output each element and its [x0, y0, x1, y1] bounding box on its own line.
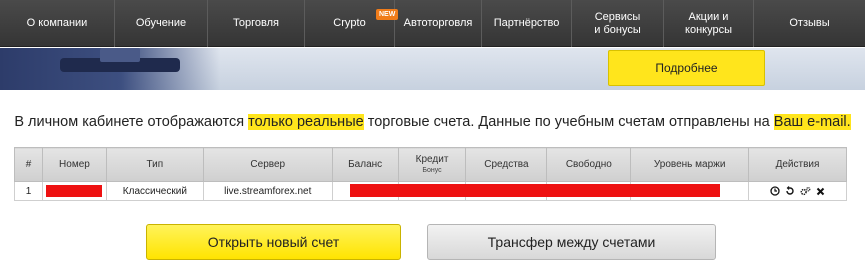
col-header-num: #	[14, 147, 43, 182]
redacted-account-values	[350, 184, 720, 197]
nav-item-partnership[interactable]: Партнёрство	[482, 0, 572, 47]
col-header-number: Номер	[41, 147, 107, 182]
col-header-server: Сервер	[202, 147, 333, 182]
accounts-notice: В личном кабинете отображаются только ре…	[0, 114, 865, 130]
nav-item-label: Crypto	[333, 17, 366, 29]
col-header-credit: Кредит Бонус	[397, 147, 467, 182]
redacted-account-number	[46, 185, 103, 197]
cell-actions	[748, 181, 847, 201]
col-header-funds: Средства	[465, 147, 548, 182]
row-actions	[749, 186, 846, 197]
clock-icon[interactable]	[770, 186, 781, 197]
col-header-balance: Баланс	[331, 147, 399, 182]
nav-item-label: Сервисы и бонусы	[594, 10, 641, 36]
nav-item-label: Обучение	[135, 17, 187, 29]
nav-item-reviews[interactable]: Отзывы	[754, 0, 865, 47]
nav-item-promotions[interactable]: Акции и конкурсы	[664, 0, 754, 47]
table-header-row: # Номер Тип Сервер Баланс Кредит Бонус С…	[14, 147, 847, 182]
transfer-button[interactable]: Трансфер между счетами	[427, 224, 716, 260]
nav-item-trading[interactable]: Торговля	[208, 0, 305, 47]
nav-item-about[interactable]: О компании	[0, 0, 115, 47]
close-icon[interactable]	[815, 186, 826, 197]
cell-num: 1	[14, 181, 43, 201]
details-button[interactable]: Подробнее	[608, 50, 765, 86]
notice-text: В личном кабинете отображаются	[14, 114, 249, 130]
cell-number	[41, 181, 107, 201]
cell-type: Классический	[105, 181, 204, 201]
col-header-type: Тип	[105, 147, 204, 182]
cell-server: live.streamforex.net	[202, 181, 333, 201]
nav-item-label: Торговля	[233, 17, 279, 29]
settings-icon[interactable]	[800, 186, 811, 197]
nav-item-label: О компании	[26, 17, 88, 29]
notice-highlight-email: Ваш e-mail.	[773, 114, 851, 130]
notice-highlight-real: только реальные	[248, 114, 364, 130]
main-nav: О компании Обучение Торговля Crypto NEW …	[0, 0, 865, 47]
nav-item-crypto[interactable]: Crypto NEW	[305, 0, 399, 47]
col-header-free: Свободно	[546, 147, 632, 182]
history-icon[interactable]	[785, 186, 796, 197]
open-account-button[interactable]: Открыть новый счет	[146, 224, 401, 260]
nav-item-label: Отзывы	[789, 17, 830, 29]
col-header-actions: Действия	[748, 147, 847, 182]
nav-item-services[interactable]: Сервисы и бонусы	[572, 0, 664, 47]
nav-item-autotrading[interactable]: Автоторговля	[395, 0, 482, 47]
nav-item-label: Автоторговля	[403, 17, 473, 29]
col-header-credit-sub: Бонус	[422, 166, 442, 174]
col-header-margin-level: Уровень маржи	[630, 147, 750, 182]
col-header-credit-label: Кредит	[415, 153, 449, 165]
nav-item-label: Партнёрство	[493, 17, 560, 29]
nav-item-education[interactable]: Обучение	[115, 0, 208, 47]
nav-item-label: Акции и конкурсы	[685, 10, 732, 36]
banner-image-shape	[100, 48, 140, 62]
notice-text: торговые счета. Данные по учебным счетам…	[363, 114, 774, 130]
